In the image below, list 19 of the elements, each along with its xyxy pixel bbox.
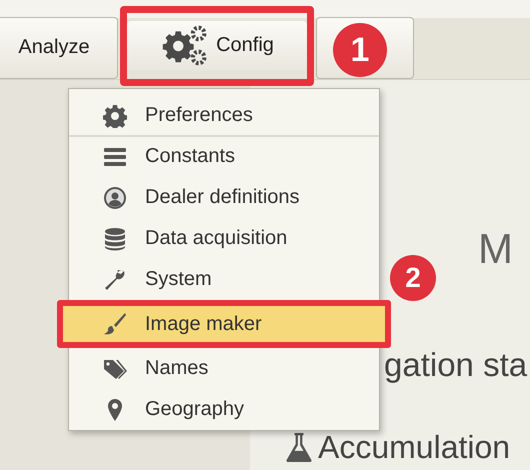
- menu-item[interactable]: Preferences: [69, 95, 379, 136]
- menu-item[interactable]: Constants: [69, 136, 379, 177]
- flask-icon: [286, 432, 312, 462]
- gear-icon: [103, 104, 127, 128]
- menu-item[interactable]: Dealer definitions: [69, 177, 379, 218]
- menu-item[interactable]: Names: [69, 348, 379, 389]
- brush-icon: [103, 312, 127, 336]
- database-icon: [103, 226, 127, 250]
- menu-item[interactable]: Data acquisition: [69, 218, 379, 259]
- menu-item[interactable]: Image maker: [63, 306, 385, 342]
- menu-item[interactable]: Geography: [69, 389, 379, 430]
- section-title: Accumulation: [318, 431, 510, 463]
- menu-item[interactable]: System: [69, 259, 379, 300]
- section-heading: gation sta: [384, 348, 528, 381]
- analyze-button[interactable]: Analyze: [0, 16, 118, 78]
- page-heading: M: [478, 228, 514, 270]
- gears-icon: [160, 24, 208, 66]
- config-button[interactable]: Config: [127, 20, 307, 70]
- user-icon: [103, 186, 127, 210]
